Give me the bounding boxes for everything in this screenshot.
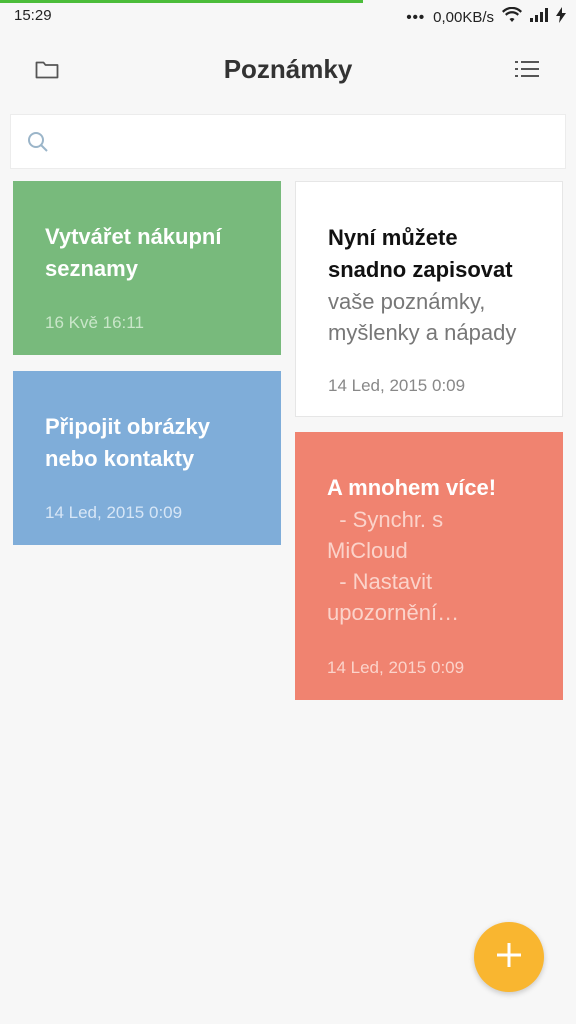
- network-speed: 0,00KB/s: [433, 8, 494, 26]
- note-body: vaše poznámky, myšlenky a nápady: [328, 289, 517, 345]
- note-date: 14 Led, 2015 0:09: [328, 376, 466, 395]
- note-card[interactable]: Připojit obrázky nebo kontakty 14 Led, 2…: [13, 371, 281, 545]
- note-card[interactable]: Vytvářet nákupní seznamy 16 Kvě 16:11: [13, 181, 281, 355]
- charging-icon: [556, 7, 566, 27]
- note-card[interactable]: A mnohem více! - Synchr. s MiCloud - Nas…: [295, 432, 563, 700]
- note-date: 16 Kvě 16:11: [45, 313, 144, 332]
- note-body: - Synchr. s MiCloud - Nastavit upozorněn…: [327, 507, 460, 625]
- signal-icon: [530, 8, 548, 26]
- search-icon: [27, 131, 49, 158]
- note-card[interactable]: Nyní můžete snadno zapisovat vaše poznám…: [295, 181, 563, 417]
- status-time: 15:29: [14, 7, 52, 24]
- app-header: Poznámky: [0, 40, 576, 100]
- search-input[interactable]: [63, 125, 547, 161]
- search-bar[interactable]: [10, 114, 566, 169]
- status-bar: 15:29 ••• 0,00KB/s: [0, 3, 576, 33]
- note-title: A mnohem více!: [327, 475, 497, 500]
- note-title: Připojit obrázky nebo kontakty: [45, 414, 211, 471]
- page-title: Poznámky: [223, 54, 353, 84]
- note-date: 14 Led, 2015 0:09: [45, 503, 183, 522]
- plus-icon: [495, 941, 523, 974]
- list-menu-icon[interactable]: [514, 56, 540, 82]
- add-note-button[interactable]: [474, 922, 544, 992]
- note-date: 14 Led, 2015 0:09: [327, 658, 465, 677]
- wifi-icon: [502, 6, 522, 27]
- notification-dots: •••: [406, 8, 426, 26]
- note-title: Nyní můžete snadno zapisovat: [328, 225, 513, 282]
- note-title: Vytvářet nákupní seznamy: [45, 224, 222, 281]
